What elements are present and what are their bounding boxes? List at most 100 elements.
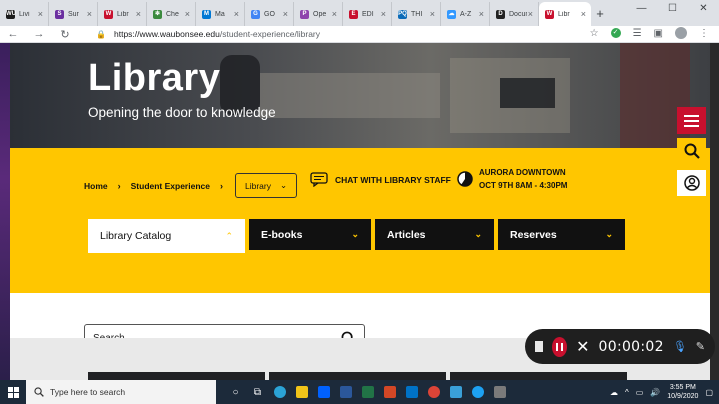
close-window-icon[interactable]: ✕: [688, 0, 719, 20]
clock-date: 10/9/2020: [667, 393, 699, 400]
hours-time: OCT 9TH 8AM - 4:30PM: [479, 181, 568, 190]
chat-link[interactable]: CHAT WITH LIBRARY STAFF: [310, 172, 451, 187]
close-tab-icon[interactable]: ×: [581, 9, 586, 19]
browser-tab[interactable]: P Ope ×: [294, 2, 343, 26]
browser-tab[interactable]: G GO ×: [245, 2, 294, 26]
close-tab-icon[interactable]: ×: [283, 9, 288, 19]
new-tab-button[interactable]: +: [591, 2, 609, 26]
minimize-icon[interactable]: —: [626, 0, 657, 20]
close-tab-icon[interactable]: ×: [430, 9, 435, 19]
close-tab-icon[interactable]: ×: [528, 9, 533, 19]
chevron-down-icon: ⌄: [279, 180, 288, 190]
close-tab-icon[interactable]: ×: [38, 9, 43, 19]
browser-tab-label: Libr: [558, 10, 570, 18]
library-nav-section: Home › Student Experience › Library ⌄ CH…: [10, 148, 710, 293]
collections-icon[interactable]: ▣: [654, 28, 663, 39]
reading-list-icon[interactable]: ☰: [633, 28, 642, 39]
account-button[interactable]: [677, 170, 706, 196]
edge-icon[interactable]: [270, 383, 289, 401]
cloud-icon[interactable]: ☁: [610, 388, 618, 397]
close-tab-icon[interactable]: ×: [234, 9, 239, 19]
network-icon[interactable]: ▭: [636, 388, 644, 397]
browser-tab[interactable]: WU Livi ×: [0, 2, 49, 26]
chevron-down-icon: ⌄: [351, 229, 359, 239]
chrome-icon[interactable]: [424, 383, 443, 401]
reload-icon[interactable]: ↻: [52, 28, 78, 41]
task-view-icon[interactable]: ⧉: [248, 383, 267, 401]
browser-tab-label: A-Z: [460, 10, 472, 18]
browser-tab[interactable]: W Libr ×: [98, 2, 147, 26]
system-tray: ☁ ^ ▭ 🔊 3:55 PM 10/9/2020 ▢: [610, 380, 719, 404]
pen-icon[interactable]: ✎: [696, 340, 705, 353]
tab-reserves[interactable]: Reserves ⌄: [498, 219, 625, 250]
user-icon: [683, 175, 700, 191]
chevron-up-icon[interactable]: ^: [625, 388, 629, 397]
dropbox-icon[interactable]: [314, 383, 333, 401]
maximize-icon[interactable]: ☐: [657, 0, 688, 20]
cortana-icon[interactable]: ○: [226, 383, 245, 401]
microphone-icon[interactable]: 🎙: [673, 340, 687, 353]
chrome-alt-icon[interactable]: [468, 383, 487, 401]
breadcrumb-home[interactable]: Home: [84, 181, 108, 191]
browser-tab[interactable]: M Ma ×: [196, 2, 245, 26]
recording-timer: 00:00:02: [598, 338, 664, 355]
chevron-right-icon: ›: [117, 180, 121, 191]
browser-tab[interactable]: E EDI ×: [343, 2, 392, 26]
profile-avatar[interactable]: [675, 27, 687, 39]
start-button[interactable]: [0, 380, 26, 404]
forward-arrow-icon[interactable]: →: [26, 28, 52, 40]
breadcrumb-current-dropdown[interactable]: Library ⌄: [234, 173, 298, 198]
browser-tab[interactable]: ✻ Che ×: [147, 2, 196, 26]
close-tab-icon[interactable]: ×: [136, 9, 141, 19]
browser-tab[interactable]: S Sur ×: [49, 2, 98, 26]
clock[interactable]: 3:55 PM 10/9/2020: [667, 383, 698, 401]
menu-button[interactable]: [677, 107, 706, 134]
content-card: [450, 372, 627, 380]
excel-icon[interactable]: [358, 383, 377, 401]
lock-icon: 🔒: [96, 29, 106, 39]
tab-library-catalog[interactable]: Library Catalog ⌃: [88, 219, 245, 253]
browser-tab[interactable]: D Docum×: [490, 2, 539, 26]
powerpoint-icon[interactable]: [380, 383, 399, 401]
bookmark-star-icon[interactable]: ☆: [590, 28, 599, 39]
notifications-icon[interactable]: ▢: [705, 388, 713, 397]
desktop-background-left: [0, 43, 10, 380]
survey-icon: S: [55, 9, 64, 19]
browser-tab[interactable]: PQ THI ×: [392, 2, 441, 26]
hours-info: AURORA DOWNTOWN OCT 9TH 8AM - 4:30PM: [457, 168, 567, 190]
cancel-recording-icon[interactable]: ✕: [576, 337, 589, 357]
close-tab-icon[interactable]: ×: [87, 9, 92, 19]
file-explorer-icon[interactable]: [292, 383, 311, 401]
clock-icon: [457, 171, 473, 187]
taskbar: Type here to search ○ ⧉ ☁ ^ ▭ 🔊 3:55 PM …: [0, 380, 719, 404]
tab-e-books[interactable]: E-books ⌄: [249, 219, 371, 250]
desktop-background-right: [710, 43, 719, 380]
back-arrow-icon[interactable]: ←: [0, 28, 26, 40]
site-search-button[interactable]: [677, 138, 706, 164]
word-icon[interactable]: [336, 383, 355, 401]
url-field[interactable]: 🔒 https://www.waubonsee.edu/student-expe…: [96, 27, 596, 41]
chevron-right-icon: ›: [219, 180, 223, 191]
breadcrumb: Home › Student Experience › Library ⌄: [84, 173, 298, 198]
more-menu-icon[interactable]: ⋮: [699, 28, 709, 39]
pause-recording-button[interactable]: [552, 336, 568, 357]
close-tab-icon[interactable]: ×: [381, 9, 386, 19]
stop-recording-button[interactable]: [535, 341, 544, 352]
screencast-icon[interactable]: [446, 383, 465, 401]
browser-tab[interactable]: W Libr ×: [539, 2, 591, 26]
browser-tab[interactable]: ☁ A-Z ×: [441, 2, 490, 26]
breadcrumb-student-experience[interactable]: Student Experience: [131, 181, 210, 191]
taskbar-search-box[interactable]: Type here to search: [26, 380, 216, 404]
chevron-down-icon: ⌄: [605, 229, 613, 239]
close-tab-icon[interactable]: ×: [479, 9, 484, 19]
hamburger-icon: [684, 114, 699, 117]
library-active-icon: W: [545, 9, 554, 19]
tab-label: E-books: [261, 228, 303, 241]
volume-icon[interactable]: 🔊: [650, 388, 660, 397]
outlook-icon[interactable]: [402, 383, 421, 401]
tab-articles[interactable]: Articles ⌄: [375, 219, 494, 250]
app-icon[interactable]: [490, 383, 509, 401]
close-tab-icon[interactable]: ×: [185, 9, 190, 19]
close-tab-icon[interactable]: ×: [332, 9, 337, 19]
extension-check-icon[interactable]: ✓: [610, 28, 621, 38]
